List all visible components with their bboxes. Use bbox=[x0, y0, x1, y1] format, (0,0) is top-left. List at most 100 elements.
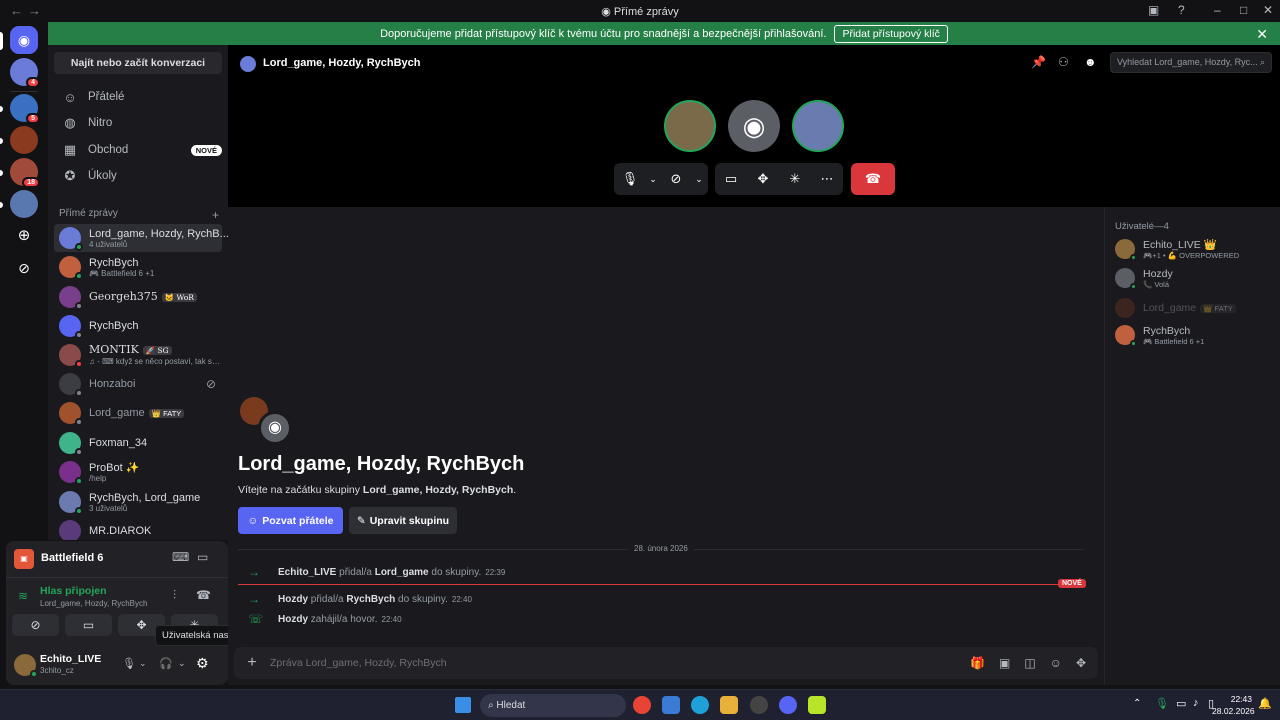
edge-icon[interactable] bbox=[691, 696, 709, 714]
dm-item[interactable]: RychBych 🎮 Battlefield 6 +1 bbox=[54, 253, 222, 281]
nav-quests[interactable]: ✪ Úkoly bbox=[54, 163, 222, 189]
msg-target[interactable]: Lord_game bbox=[375, 567, 429, 578]
minimize-icon[interactable]: – bbox=[1214, 3, 1221, 17]
participant-avatar[interactable]: ◉ bbox=[728, 100, 780, 152]
explorer-icon[interactable] bbox=[720, 696, 738, 714]
server-icon[interactable]: 5 bbox=[10, 94, 40, 124]
chevron-up-icon[interactable]: ⌃ bbox=[1133, 698, 1141, 709]
member-item[interactable]: RychBych 🎮 Battlefield 6 +1 bbox=[1115, 323, 1275, 347]
participant-avatar[interactable] bbox=[664, 100, 716, 152]
stream-icon[interactable]: ▭ bbox=[197, 550, 208, 564]
add-dm-icon[interactable]: + bbox=[212, 208, 219, 222]
nav-nitro[interactable]: ◍ Nitro bbox=[54, 110, 222, 136]
camera-button[interactable]: ⊘ bbox=[12, 614, 59, 636]
help-icon[interactable]: ? bbox=[1178, 3, 1185, 17]
microphone-icon[interactable]: 🎙 bbox=[1155, 697, 1169, 710]
gif-icon[interactable]: ▣ bbox=[999, 656, 1010, 670]
maximize-icon[interactable]: □ bbox=[1240, 3, 1247, 17]
noise-suppression-icon[interactable]: ⫶ bbox=[173, 588, 176, 603]
network-icon[interactable]: ▭ bbox=[1176, 697, 1186, 710]
screenshare-icon[interactable]: ▭ bbox=[715, 171, 747, 187]
nav-friends[interactable]: ☺ Přátelé bbox=[54, 84, 222, 110]
message-composer[interactable]: + Zpráva Lord_game, Hozdy, RychBych 🎁 ▣ ◫ ☺… bbox=[234, 647, 1098, 679]
server-icon[interactable] bbox=[10, 126, 38, 154]
home-button[interactable]: ◉ bbox=[10, 26, 38, 54]
dm-item[interactable]: MONTÍK 🚀 SG ♫ - ⌨ když se něco postaví, ta… bbox=[54, 341, 222, 369]
chrome-icon[interactable] bbox=[633, 696, 651, 714]
more-icon[interactable]: ⋯ bbox=[811, 171, 843, 187]
discover-icon[interactable]: ⊘ bbox=[10, 254, 38, 282]
taskbar-search[interactable]: ⌕ Hledat bbox=[480, 694, 626, 717]
microphone-icon[interactable]: 🎙 bbox=[122, 657, 136, 670]
add-server-icon[interactable]: ⊕ bbox=[10, 222, 38, 250]
nitro-icon: ◍ bbox=[64, 115, 76, 130]
start-icon[interactable] bbox=[455, 697, 471, 713]
msg-actor[interactable]: Hozdy bbox=[278, 594, 308, 605]
gift-icon[interactable]: 🎁 bbox=[970, 656, 985, 670]
dm-item[interactable]: Foxman_34 bbox=[54, 429, 222, 457]
apps-icon[interactable]: ✥ bbox=[1076, 656, 1086, 670]
sticker-icon[interactable]: ◫ bbox=[1024, 656, 1035, 670]
add-friends-icon[interactable]: ⚇ bbox=[1058, 55, 1069, 69]
members-icon[interactable]: ☻ bbox=[1084, 55, 1097, 69]
discord-taskbar-icon[interactable] bbox=[779, 696, 797, 714]
chevron-down-icon[interactable]: ⌄ bbox=[646, 174, 660, 185]
chevron-down-icon[interactable]: ⌄ bbox=[139, 658, 147, 669]
find-conversation-button[interactable]: Najít nebo začít konverzaci bbox=[54, 52, 222, 74]
settings-gear-icon[interactable]: ⚙ bbox=[196, 655, 209, 672]
battlefield-icon[interactable] bbox=[808, 696, 826, 714]
microphone-icon[interactable]: 🎙 bbox=[614, 171, 646, 187]
participant-avatar[interactable] bbox=[792, 100, 844, 152]
activities-icon[interactable]: ✥ bbox=[747, 171, 779, 187]
camera-off-icon[interactable]: ⊘ bbox=[660, 171, 692, 187]
dm-item[interactable]: Lord_game 👑 FATY bbox=[54, 399, 222, 427]
dm-item[interactable]: Georgeh375 🐱 WoR bbox=[54, 283, 222, 311]
member-item[interactable]: Lord_game 👑 FATY bbox=[1115, 296, 1275, 320]
clan-tag: 🐱 WoR bbox=[161, 292, 197, 302]
chevron-down-icon[interactable]: ⌄ bbox=[178, 658, 186, 669]
invite-friends-button[interactable]: ☺ Pozvat přátele bbox=[238, 507, 343, 534]
dm-item[interactable]: Lord_game, Hozdy, RychB... 4 uživatelů bbox=[54, 224, 228, 252]
emoji-icon[interactable]: ☺ bbox=[1050, 656, 1062, 670]
msg-actor[interactable]: Echito_LIVE bbox=[278, 567, 336, 578]
search-placeholder: Vyhledat Lord_game, Hozdy, Ryc... bbox=[1117, 57, 1258, 67]
soundboard-icon[interactable]: ✳ bbox=[779, 171, 811, 187]
screenshare-button[interactable]: ▭ bbox=[65, 614, 112, 636]
controller-icon[interactable]: ⌨ bbox=[172, 550, 189, 564]
dm-item[interactable]: MR.DIAROK bbox=[54, 517, 222, 540]
hang-up-button[interactable]: ☎ bbox=[851, 163, 895, 195]
voice-status[interactable]: Hlas připojen bbox=[40, 585, 107, 597]
close-icon[interactable]: ✕ bbox=[1256, 26, 1268, 43]
member-item[interactable]: Hozdy 📞 Volá bbox=[1115, 266, 1275, 290]
dm-item[interactable]: ProBot ✨/help bbox=[54, 458, 222, 486]
volume-icon[interactable]: ♪ bbox=[1193, 697, 1199, 709]
close-window-icon[interactable]: ✕ bbox=[1263, 3, 1273, 17]
discord-logo-icon: ◉ bbox=[742, 111, 766, 141]
server-icon[interactable]: 18 bbox=[10, 158, 40, 188]
dm-item[interactable]: Honzaboi ⊘ bbox=[54, 370, 222, 398]
add-attachment-icon[interactable]: + bbox=[234, 654, 270, 672]
nav-shop[interactable]: ▦ Obchod NOVÉ bbox=[54, 137, 222, 163]
headphones-icon[interactable]: 🎧 bbox=[159, 657, 173, 670]
store-icon[interactable] bbox=[662, 696, 680, 714]
msg-actor[interactable]: Hozdy bbox=[278, 614, 308, 625]
notification-icon[interactable]: 🔔 bbox=[1258, 697, 1272, 710]
add-passkey-button[interactable]: Přidat přístupový klíč bbox=[834, 24, 948, 43]
pin-icon[interactable]: 📌 bbox=[1031, 55, 1046, 69]
chevron-down-icon[interactable]: ⌄ bbox=[692, 174, 706, 185]
disconnect-icon[interactable]: ☎ bbox=[196, 588, 211, 602]
avatar[interactable] bbox=[14, 654, 38, 678]
edit-group-button[interactable]: ✎ Upravit skupinu bbox=[349, 507, 457, 534]
app-icon[interactable] bbox=[750, 696, 768, 714]
dm-avatar-group[interactable]: 4 bbox=[10, 58, 40, 88]
search-input[interactable]: Vyhledat Lord_game, Hozdy, Ryc... ⌕ bbox=[1110, 52, 1272, 73]
welcome-title: Lord_game, Hozdy, RychBych bbox=[238, 453, 525, 475]
new-badge: NOVÉ bbox=[190, 144, 222, 156]
clock[interactable]: 22:43 28.02.2026 bbox=[1212, 693, 1255, 717]
inbox-icon[interactable]: ▣ bbox=[1148, 3, 1159, 17]
server-icon[interactable] bbox=[10, 190, 38, 218]
member-item[interactable]: Echito_LIVE 👑 🎮+1 • 💪 OVERPOWERED bbox=[1115, 237, 1275, 261]
dm-item[interactable]: RychBych, Lord_game 3 uživatelů bbox=[54, 488, 222, 516]
msg-target[interactable]: RychBych bbox=[346, 594, 395, 605]
dm-item[interactable]: RychBych bbox=[54, 312, 222, 340]
